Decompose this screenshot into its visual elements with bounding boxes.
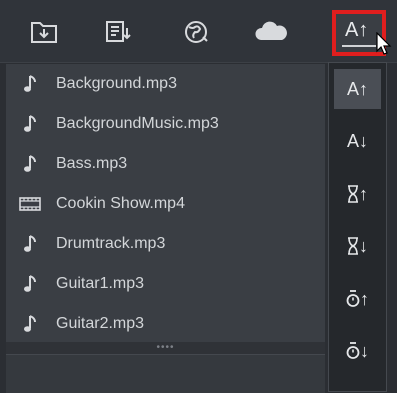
mouse-pointer-icon [376, 32, 392, 55]
export-list-icon[interactable] [101, 18, 137, 46]
sort-name-ascending-icon: A↑ [346, 78, 368, 99]
sort-duration-ascending-icon: ↑ [359, 183, 368, 204]
file-row[interactable]: Cookin Show.mp4 [6, 184, 325, 224]
file-name: Guitar2.mp3 [56, 315, 145, 332]
sort-duration-descending-item[interactable]: ↓ [334, 226, 381, 266]
sort-name-descending-item[interactable]: A↓ [334, 121, 381, 161]
file-name: BackgroundMusic.mp3 [56, 115, 219, 132]
file-name: Background.mp3 [56, 75, 177, 92]
sort-date-descending-item[interactable]: ↓ [334, 331, 381, 371]
file-name: Guitar1.mp3 [56, 275, 145, 292]
sort-duration-ascending-item[interactable]: ↑ [334, 174, 381, 214]
stopwatch-icon [346, 290, 360, 307]
sort-name-ascending-item[interactable]: A↑ [334, 69, 381, 109]
sort-date-descending-icon: ↓ [360, 340, 369, 361]
media-file-list: Background.mp3 BackgroundMusic.mp3 Bass.… [6, 64, 325, 342]
music-note-icon [16, 112, 44, 136]
lower-panel [6, 354, 325, 393]
file-row[interactable]: Guitar1.mp3 [6, 264, 325, 304]
file-name: Drumtrack.mp3 [56, 235, 166, 252]
sort-button-label: A↑ [345, 19, 369, 41]
sort-duration-descending-icon: ↓ [359, 235, 368, 256]
file-row[interactable]: Bass.mp3 [6, 144, 325, 184]
file-row[interactable]: Background.mp3 [6, 64, 325, 104]
music-note-icon [16, 232, 44, 256]
music-note-icon [16, 312, 44, 336]
file-row[interactable]: Drumtrack.mp3 [6, 224, 325, 264]
file-name: Cookin Show.mp4 [56, 195, 185, 212]
file-name: Bass.mp3 [56, 155, 128, 172]
sort-menu: A↑ A↓ ↑ ↓ ↑ ↓ [328, 62, 387, 392]
sort-date-ascending-icon: ↑ [360, 288, 369, 309]
import-folder-icon[interactable] [26, 18, 62, 46]
cloud-icon[interactable] [253, 18, 289, 46]
hourglass-icon [348, 185, 358, 203]
toolbar: A↑ [0, 0, 397, 63]
splitter-grip: •••• [156, 342, 175, 353]
music-note-icon [16, 72, 44, 96]
globe-icon[interactable] [178, 18, 214, 46]
sort-date-ascending-item[interactable]: ↑ [334, 279, 381, 319]
stopwatch-icon [346, 342, 360, 359]
music-note-icon [16, 152, 44, 176]
sort-button-underline [342, 45, 376, 47]
sort-name-descending-icon: A↓ [346, 130, 368, 151]
panel-splitter[interactable]: •••• [6, 342, 325, 354]
hourglass-icon [348, 237, 358, 255]
file-row[interactable]: BackgroundMusic.mp3 [6, 104, 325, 144]
film-icon [16, 192, 44, 216]
music-note-icon [16, 272, 44, 296]
file-row[interactable]: Guitar2.mp3 [6, 304, 325, 344]
